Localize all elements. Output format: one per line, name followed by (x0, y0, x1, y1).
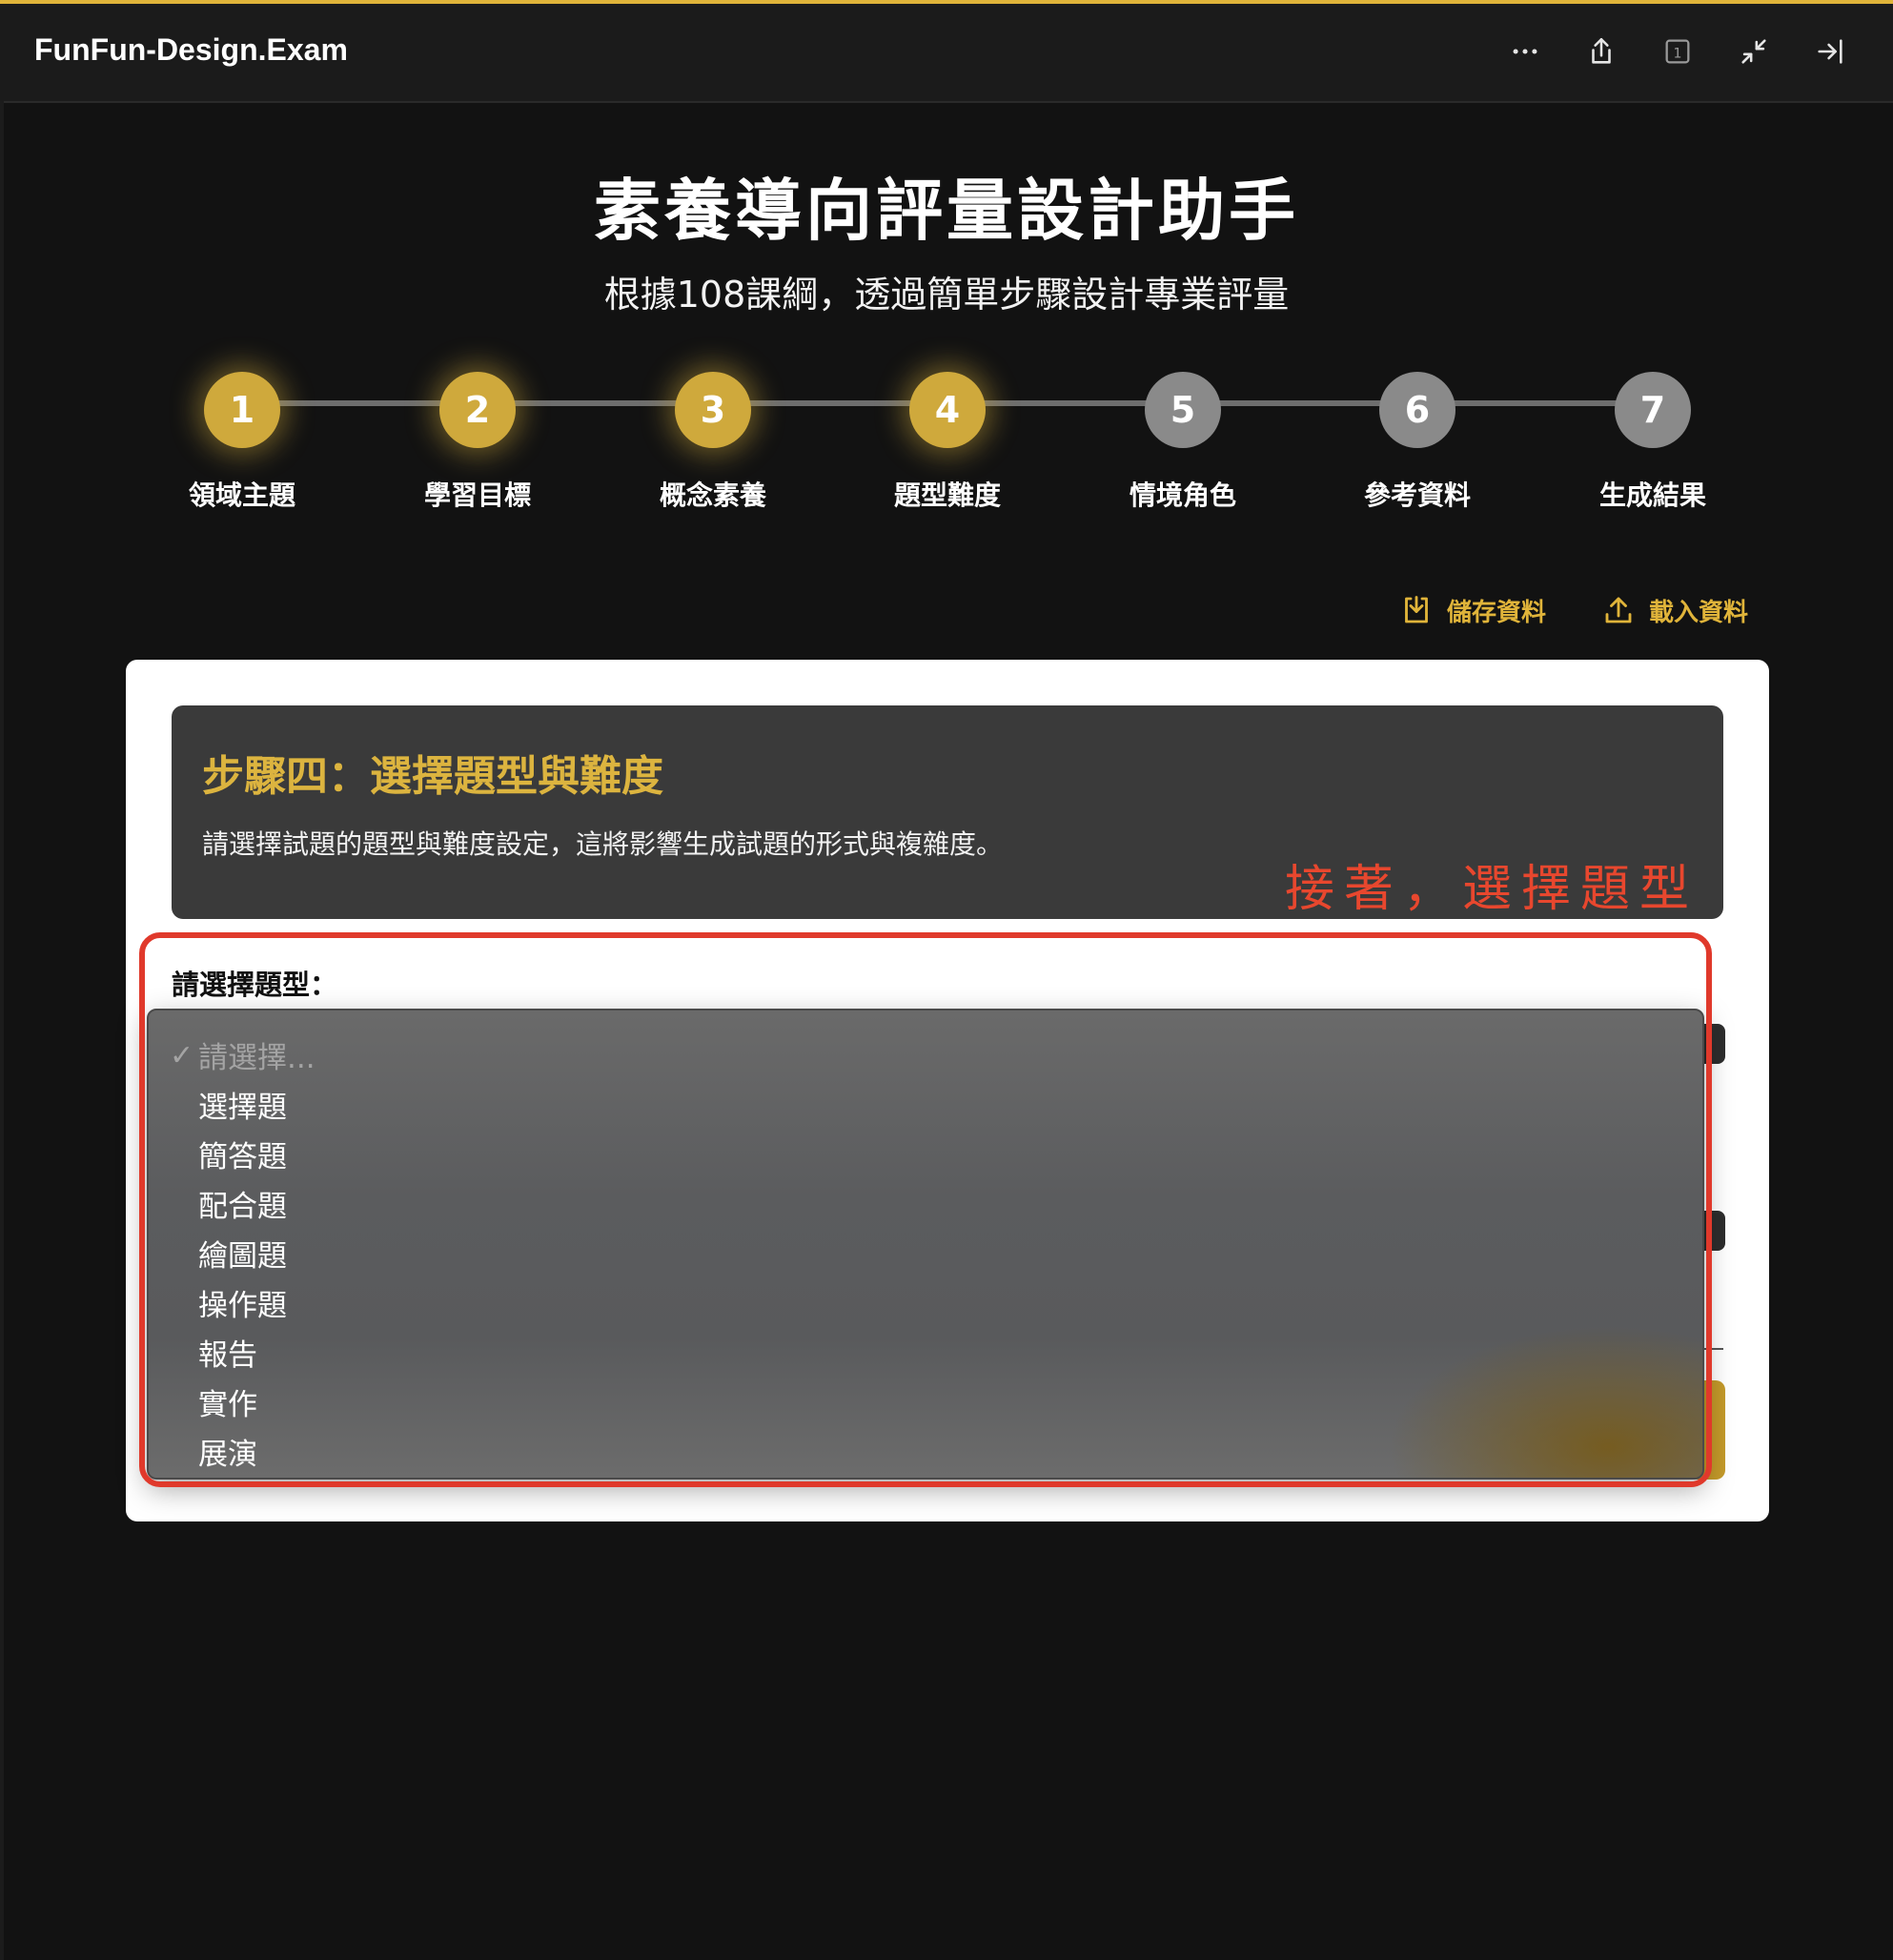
step-label: 概念素養 (659, 480, 766, 511)
page-subtitle: 根據108課綱，透過簡單步驟設計專業評量 (603, 274, 1290, 316)
save-data-button[interactable]: 儲存資料 (1399, 591, 1546, 629)
step-circle: 2 (439, 372, 516, 448)
step-circle: 7 (1615, 372, 1691, 448)
step-progress: 1 領域主題 2 學習目標 3 概念素養 4 題型難度 5 情境角色 6 參考資… (0, 372, 1893, 524)
upload-icon (1605, 597, 1632, 623)
step-4[interactable]: 4 題型難度 (852, 372, 1043, 513)
step-label: 學習目標 (423, 480, 531, 511)
step-2[interactable]: 2 學習目標 (382, 372, 573, 513)
share-icon[interactable] (1580, 31, 1622, 72)
step-header-title: 步驟四：選擇題型與難度 (202, 752, 663, 801)
load-data-button[interactable]: 載入資料 (1601, 591, 1748, 629)
page-title: 素養導向評量設計助手 (594, 172, 1299, 250)
step-label: 參考資料 (1363, 480, 1471, 511)
load-data-label: 載入資料 (1649, 598, 1749, 627)
step-5[interactable]: 5 情境角色 (1088, 372, 1278, 513)
step-1[interactable]: 1 領域主題 (147, 372, 337, 513)
step-label: 領域主題 (188, 480, 295, 511)
app-window: FunFun-Design.Exam 1 素養導向評量設計助手 根據108課綱，… (0, 0, 1893, 1960)
more-icon[interactable] (1504, 31, 1546, 72)
step-label: 生成結果 (1598, 480, 1706, 511)
step-circle: 6 (1379, 372, 1455, 448)
step-circle: 5 (1145, 372, 1221, 448)
sidebar-close-icon[interactable] (1809, 31, 1851, 72)
step-label: 題型難度 (893, 480, 1001, 511)
save-data-label: 儲存資料 (1447, 598, 1547, 627)
title-bar: FunFun-Design.Exam 1 (0, 4, 1893, 103)
step-header-description: 請選擇試題的題型與難度設定，這將影響生成試題的形式與複雜度。 (202, 828, 1004, 860)
collapse-icon[interactable] (1733, 31, 1775, 72)
save-download-icon (1405, 596, 1428, 623)
annotation-highlight-box (139, 932, 1712, 1487)
step-label: 情境角色 (1129, 480, 1236, 511)
step-circle: 1 (204, 372, 280, 448)
step-3[interactable]: 3 概念素養 (618, 372, 808, 513)
tab-count-icon[interactable]: 1 (1657, 31, 1699, 72)
step-6[interactable]: 6 參考資料 (1322, 372, 1513, 513)
step-circle: 4 (909, 372, 986, 448)
tab-count-text: 1 (1673, 46, 1681, 61)
app-title: FunFun-Design.Exam (34, 32, 348, 67)
step-header: 步驟四：選擇題型與難度 請選擇試題的題型與難度設定，這將影響生成試題的形式與複雜… (172, 705, 1723, 919)
step-7[interactable]: 7 生成結果 (1557, 372, 1748, 513)
annotation-text: 接著，選擇題型 (1285, 861, 1700, 918)
step-circle: 3 (675, 372, 751, 448)
